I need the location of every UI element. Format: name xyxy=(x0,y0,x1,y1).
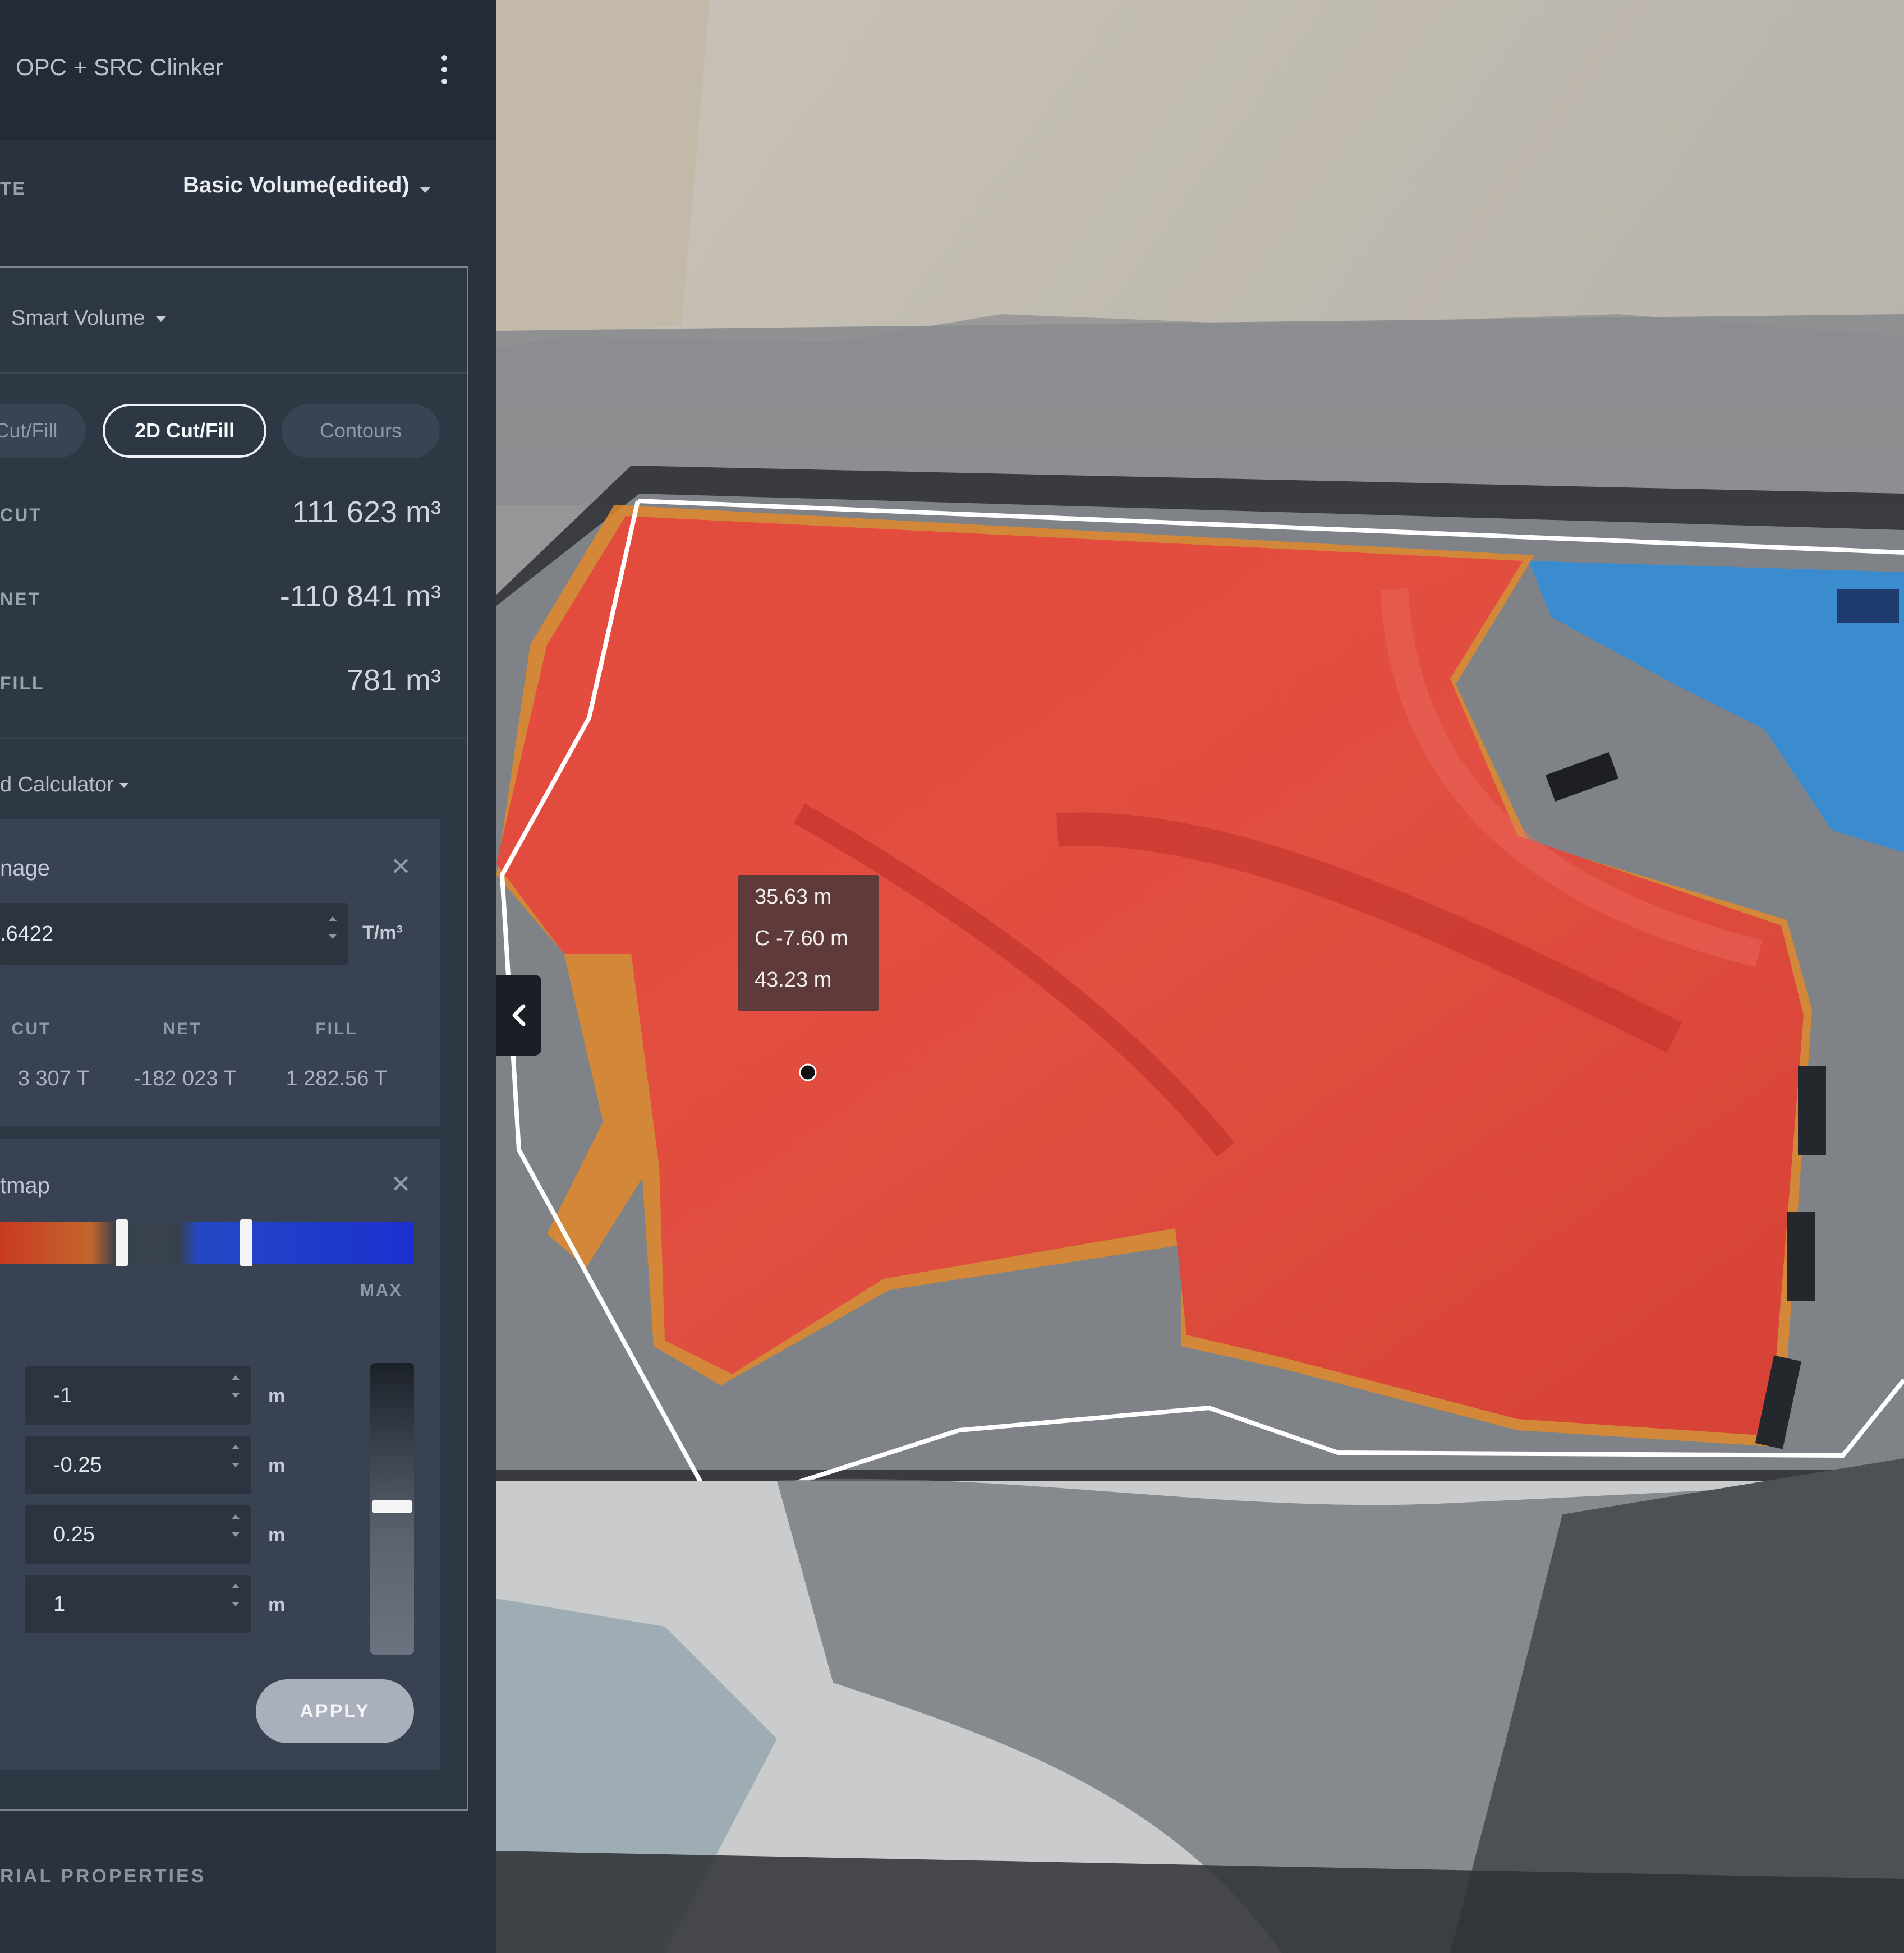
tonnage-net-label: NET xyxy=(163,1020,202,1038)
chevron-down-icon xyxy=(155,316,167,323)
density-input[interactable]: .6422 xyxy=(0,903,348,965)
calculator-dropdown-label: d Calculator xyxy=(0,773,114,796)
stepper-icon[interactable] xyxy=(232,1375,240,1398)
tooltip-line: 35.63 m xyxy=(755,885,832,909)
threshold-value: -0.25 xyxy=(53,1453,102,1477)
fill-threshold-handle[interactable] xyxy=(240,1219,252,1266)
template-dropdown-value: Basic Volume(edited) xyxy=(183,173,410,197)
tonnage-cut-label: CUT xyxy=(11,1020,52,1038)
threshold-unit: m xyxy=(268,1385,286,1407)
template-label: TE xyxy=(0,178,26,199)
stat-cut-label: CUT xyxy=(0,505,42,525)
threshold-value: 1 xyxy=(53,1592,66,1616)
slider-handle[interactable] xyxy=(372,1500,412,1513)
elevation-tooltip: 35.63 m C -7.60 m 43.23 m xyxy=(738,875,879,1011)
truck xyxy=(1798,1066,1826,1155)
tonnage-fill-value: 1 282.56 T xyxy=(286,1067,388,1090)
template-dropdown[interactable]: Basic Volume(edited) xyxy=(183,173,431,198)
heatmap-title: tmap xyxy=(0,1173,50,1198)
tooltip-line: C -7.60 m xyxy=(755,927,848,950)
tab-cut-fill[interactable]: Cut/Fill xyxy=(0,404,86,458)
chevron-left-icon xyxy=(512,1004,526,1026)
calculator-dropdown[interactable]: d Calculator xyxy=(0,773,128,797)
threshold-input-2[interactable]: -0.25 xyxy=(25,1436,251,1494)
mode-dropdown-value: Smart Volume xyxy=(11,306,145,330)
truck xyxy=(1787,1212,1815,1301)
stat-fill-label: FILL xyxy=(0,673,45,693)
stepper-icon[interactable] xyxy=(232,1514,240,1537)
max-label: MAX xyxy=(360,1281,403,1300)
stat-cut-value: 111 623 m³ xyxy=(292,495,441,529)
threshold-value: -1 xyxy=(53,1383,72,1407)
heatmap-gradient xyxy=(0,1222,414,1264)
divider xyxy=(0,372,467,374)
tonnage-fill-label: FILL xyxy=(315,1020,358,1038)
tab-2d-cut-fill[interactable]: 2D Cut/Fill xyxy=(103,404,266,458)
threshold-value: 0.25 xyxy=(53,1522,95,1546)
threshold-unit: m xyxy=(268,1524,286,1546)
close-icon[interactable]: ✕ xyxy=(390,853,411,881)
stat-net-label: NET xyxy=(0,589,41,609)
tonnage-net-value: -182 023 T xyxy=(134,1067,237,1090)
stepper-icon[interactable] xyxy=(232,1445,240,1467)
apply-button[interactable]: APPLY xyxy=(256,1679,414,1743)
truck xyxy=(1837,589,1899,623)
close-icon[interactable]: ✕ xyxy=(390,1170,411,1199)
tab-contours[interactable]: Contours xyxy=(282,404,440,458)
divider xyxy=(0,738,467,739)
side-panel: OPC + SRC Clinker TE Basic Volume(edited… xyxy=(0,0,496,1953)
kebab-menu-icon[interactable] xyxy=(438,52,451,87)
stat-net-value: -110 841 m³ xyxy=(279,579,441,613)
measurement-point[interactable] xyxy=(799,1063,817,1081)
project-title: OPC + SRC Clinker xyxy=(16,54,223,80)
threshold-unit: m xyxy=(268,1594,286,1615)
cut-threshold-handle[interactable] xyxy=(116,1219,128,1266)
stat-fill-value: 781 m³ xyxy=(346,664,441,697)
chevron-down-icon xyxy=(419,187,431,194)
density-unit: T/m³ xyxy=(362,922,403,943)
density-input-value: .6422 xyxy=(0,922,54,946)
stepper-icon[interactable] xyxy=(329,916,337,939)
material-properties-label: RIAL PROPERTIES xyxy=(0,1866,206,1887)
threshold-input-1[interactable]: -1 xyxy=(25,1366,251,1425)
tonnage-cut-value: 3 307 T xyxy=(17,1067,90,1090)
threshold-input-4[interactable]: 1 xyxy=(25,1575,251,1633)
chevron-down-icon xyxy=(119,783,128,789)
collapse-panel-button[interactable] xyxy=(496,975,541,1056)
aerial-map xyxy=(496,0,1904,1953)
tooltip-line: 43.23 m xyxy=(755,968,832,992)
mode-dropdown[interactable]: Smart Volume xyxy=(11,306,167,330)
threshold-input-3[interactable]: 0.25 xyxy=(25,1505,251,1564)
tonnage-title: nage xyxy=(0,856,50,881)
map-view[interactable] xyxy=(496,0,1904,1953)
threshold-unit: m xyxy=(268,1455,286,1476)
stepper-icon[interactable] xyxy=(232,1584,240,1606)
road-area xyxy=(496,0,710,337)
